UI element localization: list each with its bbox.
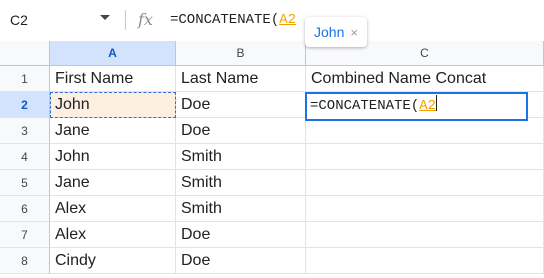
select-all-corner[interactable]	[0, 41, 50, 66]
cell-a3[interactable]: Jane	[50, 118, 176, 144]
cell-c6[interactable]	[306, 196, 544, 222]
chevron-down-icon[interactable]	[100, 15, 110, 20]
cell-c3[interactable]	[306, 118, 544, 144]
row-header-5[interactable]: 5	[0, 170, 50, 196]
cell-b4[interactable]: Smith	[176, 144, 306, 170]
sheet-grid: A B C 1 First Name Last Name Combined Na…	[0, 41, 544, 278]
cell-a5[interactable]: Jane	[50, 170, 176, 196]
cell-c7[interactable]	[306, 222, 544, 248]
cell-c5[interactable]	[306, 170, 544, 196]
cell-b1[interactable]: Last Name	[176, 66, 306, 92]
row-header-8[interactable]: 8	[0, 248, 50, 274]
formula-bar: C2 fx =CONCATENATE(A2	[0, 0, 544, 42]
name-box[interactable]: C2	[10, 9, 28, 31]
cell-b6[interactable]: Smith	[176, 196, 306, 222]
row-header-1[interactable]: 1	[0, 66, 50, 92]
text-cursor	[436, 95, 438, 111]
cell-c1[interactable]: Combined Name Concat	[306, 66, 544, 92]
formula-input[interactable]: =CONCATENATE(A2	[170, 9, 296, 31]
cell-a7[interactable]: Alex	[50, 222, 176, 248]
row-header-6[interactable]: 6	[0, 196, 50, 222]
cell-b8[interactable]: Doe	[176, 248, 306, 274]
formula-ref: A2	[279, 12, 297, 28]
column-header-a[interactable]: A	[50, 41, 176, 66]
cell-a1[interactable]: First Name	[50, 66, 176, 92]
row-header-3[interactable]: 3	[0, 118, 50, 144]
cell-c4[interactable]	[306, 144, 544, 170]
value-preview-chip: John ×	[305, 17, 367, 47]
editor-formula-ref: A2	[419, 98, 437, 114]
row-header-4[interactable]: 4	[0, 144, 50, 170]
cell-b5[interactable]: Smith	[176, 170, 306, 196]
column-header-b[interactable]: B	[176, 41, 306, 66]
cell-a2[interactable]: John	[50, 92, 176, 118]
cell-b2[interactable]: Doe	[176, 92, 306, 118]
cell-c8[interactable]	[306, 248, 544, 274]
cell-editor[interactable]: =CONCATENATE(A2	[305, 92, 528, 121]
fx-icon: fx	[138, 10, 153, 29]
formula-prefix: =CONCATENATE(	[170, 12, 280, 28]
cell-b3[interactable]: Doe	[176, 118, 306, 144]
preview-value: John	[314, 24, 345, 40]
cell-a4[interactable]: John	[50, 144, 176, 170]
cell-b7[interactable]: Doe	[176, 222, 306, 248]
editor-formula-prefix: =CONCATENATE(	[310, 98, 420, 114]
cell-a8[interactable]: Cindy	[50, 248, 176, 274]
formula-bar-divider	[125, 10, 126, 30]
cell-a6[interactable]: Alex	[50, 196, 176, 222]
close-icon[interactable]: ×	[350, 25, 358, 40]
row-header-7[interactable]: 7	[0, 222, 50, 248]
row-header-2[interactable]: 2	[0, 92, 50, 118]
